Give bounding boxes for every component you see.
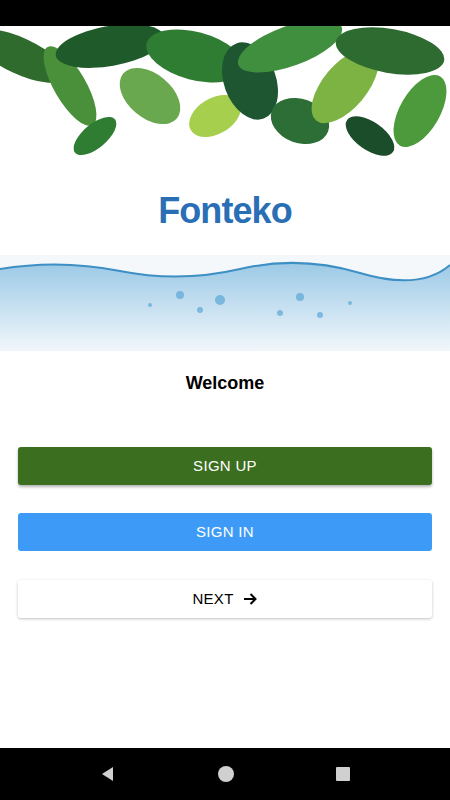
leaves-picture	[0, 26, 450, 166]
welcome-title: Welcome	[186, 373, 265, 393]
water-picture	[0, 255, 450, 351]
button-label: SIGN IN	[196, 521, 254, 544]
button-label: NEXT	[192, 588, 233, 611]
status-bar	[0, 0, 450, 26]
nav-bar	[0, 748, 450, 800]
logo: Fonteko	[158, 193, 292, 229]
button-label: SIGN UP	[193, 455, 257, 478]
back-icon[interactable]	[99, 765, 117, 783]
secondary-button[interactable]: SIGN IN	[18, 513, 432, 551]
hero: Fonteko	[0, 26, 450, 351]
next-button[interactable]: NEXT	[18, 580, 432, 618]
primary-button[interactable]: SIGN UP	[18, 447, 432, 485]
arrow-right-icon	[242, 591, 258, 607]
home-icon[interactable]	[217, 765, 235, 783]
recents-icon[interactable]	[335, 766, 351, 782]
